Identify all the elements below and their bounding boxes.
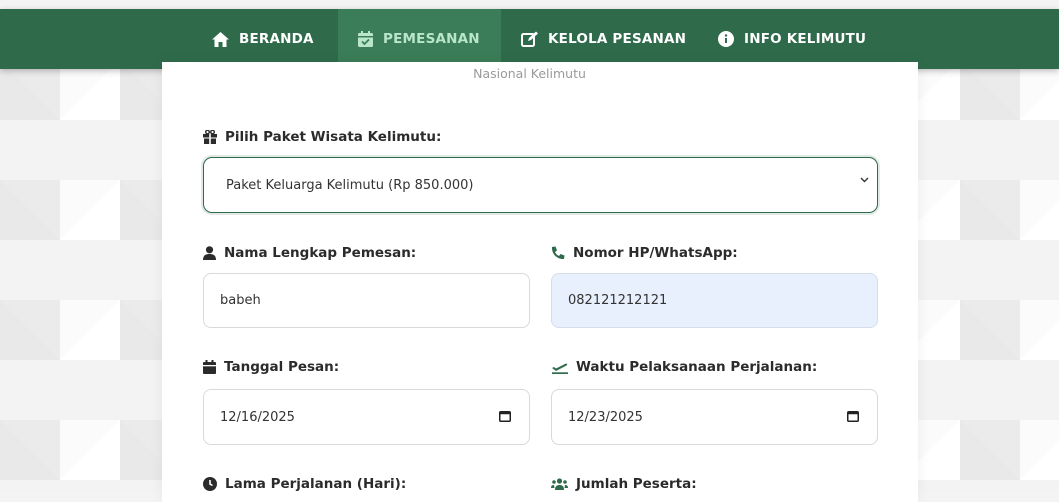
phone-input[interactable]: 082121212121 [551,273,878,328]
package-selected-value: Paket Keluarga Kelimutu (Rp 850.000) [226,177,474,193]
package-label: Pilih Paket Wisata Kelimutu: [203,129,441,145]
order-date-value: 12/16/2025 [220,409,295,425]
top-navbar: BERANDA PEMESANAN KELOLA PESANAN INFO KE… [0,9,1059,69]
users-icon [551,477,568,490]
nav-label-kelola-pesanan: KELOLA PESANAN [548,31,687,47]
name-input-value: babeh [220,293,261,308]
date-picker-icon[interactable] [847,410,859,422]
edit-icon [521,31,538,47]
phone-label-text: Nomor HP/WhatsApp: [573,245,738,261]
nav-label-info-kelimutu: INFO KELIMUTU [744,31,867,47]
package-select[interactable]: Paket Keluarga Kelimutu (Rp 850.000) [203,157,878,213]
phone-label: Nomor HP/WhatsApp: [551,245,738,261]
duration-label: Lama Perjalanan (Hari): [203,476,406,492]
nav-label-pemesanan: PEMESANAN [383,31,480,47]
phone-input-value: 082121212121 [568,293,668,308]
calendar-check-icon [358,31,373,47]
participants-label: Jumlah Peserta: [551,476,697,492]
trip-date-value: 12/23/2025 [568,409,643,425]
name-label-text: Nama Lengkap Pemesan: [224,245,417,261]
nav-item-kelola-pesanan[interactable]: KELOLA PESANAN [521,9,686,69]
chevron-down-icon [860,177,869,183]
trip-date-input[interactable]: 12/23/2025 [551,389,878,445]
order-date-label-text: Tanggal Pesan: [224,359,340,375]
calendar-icon [203,360,216,374]
home-icon [212,31,229,47]
date-picker-icon[interactable] [499,410,511,422]
order-date-input[interactable]: 12/16/2025 [203,389,530,445]
trip-date-label: Waktu Pelaksanaan Perjalanan: [551,359,817,375]
nav-item-beranda[interactable]: BERANDA [212,9,314,69]
info-icon [718,31,734,47]
nav-label-beranda: BERANDA [239,31,314,47]
participants-label-text: Jumlah Peserta: [576,476,697,492]
nav-item-pemesanan[interactable]: PEMESANAN [338,9,501,69]
trip-date-label-text: Waktu Pelaksanaan Perjalanan: [576,359,818,375]
plane-departure-icon [552,363,568,374]
user-icon [203,246,216,260]
name-input[interactable]: babeh [203,273,530,328]
phone-icon [551,246,565,260]
name-label: Nama Lengkap Pemesan: [203,245,416,261]
order-date-label: Tanggal Pesan: [203,359,339,375]
package-label-text: Pilih Paket Wisata Kelimutu: [225,129,442,145]
gift-icon [203,130,217,144]
duration-label-text: Lama Perjalanan (Hari): [225,476,407,492]
page-subtitle: Nasional Kelimutu [473,66,586,81]
clock-icon [203,477,217,491]
nav-item-info-kelimutu[interactable]: INFO KELIMUTU [718,9,866,69]
